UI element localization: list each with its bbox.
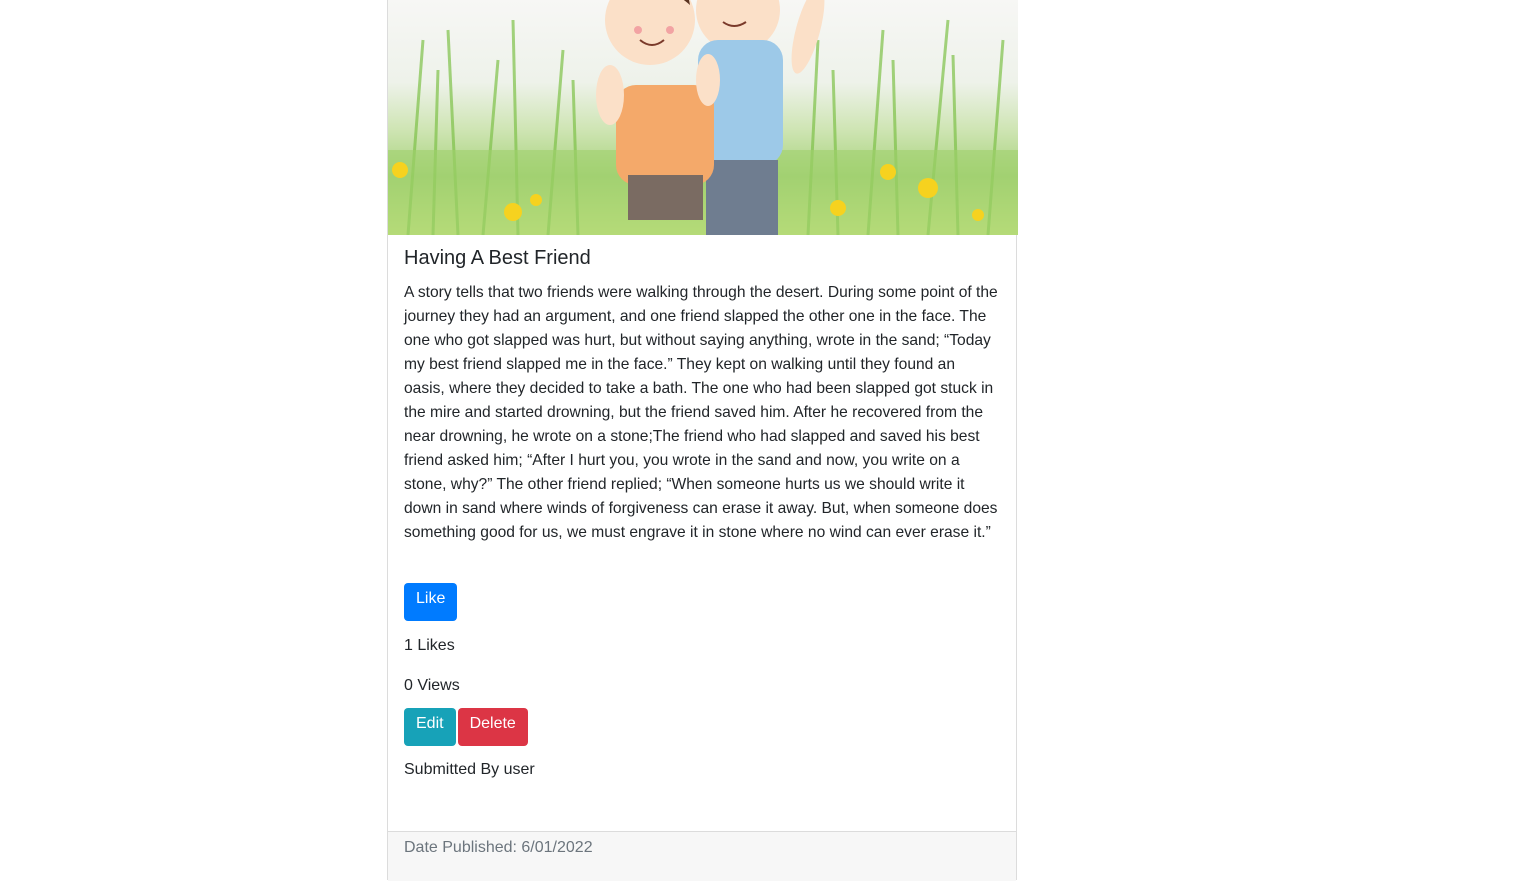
post-title: Having A Best Friend xyxy=(404,247,591,269)
likes-count: 1 Likes xyxy=(404,637,455,654)
post-body: Having A Best Friend A story tells that … xyxy=(388,235,1016,780)
post-content: A story tells that two friends were walk… xyxy=(404,284,998,541)
post-image xyxy=(388,0,1018,235)
date-published: Date Published: 6/01/2022 xyxy=(404,839,593,856)
post-card: Having A Best Friend A story tells that … xyxy=(387,0,1018,881)
post-actions: Edit Delete xyxy=(404,708,1000,746)
submitted-by: Submitted By user xyxy=(404,761,535,778)
views-count: 0 Views xyxy=(404,677,460,694)
card-footer: Date Published: 6/01/2022 xyxy=(388,831,1016,881)
edit-button[interactable]: Edit xyxy=(404,708,456,746)
delete-button[interactable]: Delete xyxy=(457,708,528,746)
like-button[interactable]: Like xyxy=(404,583,458,621)
